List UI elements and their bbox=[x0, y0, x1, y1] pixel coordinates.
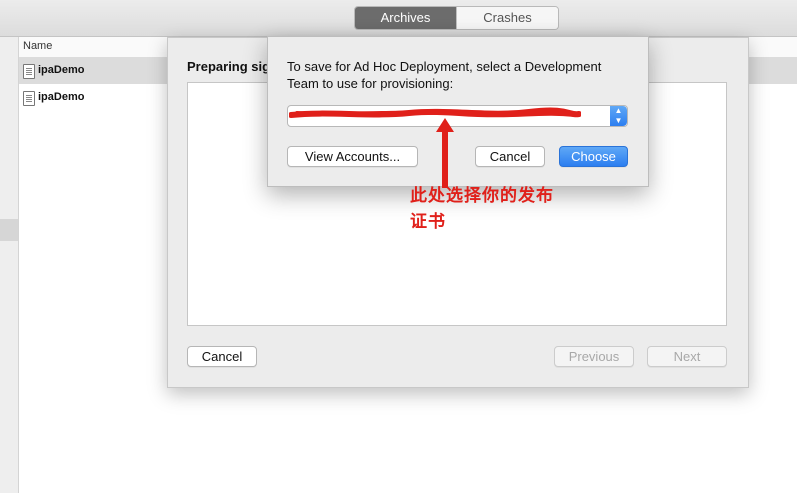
sidebar-selected-item[interactable] bbox=[0, 219, 18, 241]
annotation-text: 此处选择你的发布证书 bbox=[410, 186, 554, 232]
document-icon bbox=[23, 91, 35, 106]
previous-button[interactable]: Previous bbox=[554, 346, 634, 367]
sheet-title: Preparing sig bbox=[187, 59, 267, 74]
sidebar bbox=[0, 37, 19, 493]
dialog-message: To save for Ad Hoc Deployment, select a … bbox=[287, 59, 602, 91]
choose-button[interactable]: Choose bbox=[559, 146, 628, 167]
annotation-arrow-icon bbox=[436, 118, 454, 188]
dialog-cancel-button[interactable]: Cancel bbox=[475, 146, 545, 167]
sheet-cancel-button[interactable]: Cancel bbox=[187, 346, 257, 367]
view-accounts-button[interactable]: View Accounts... bbox=[287, 146, 418, 167]
archives-crashes-segmented-control: Archives Crashes bbox=[354, 6, 559, 30]
archive-name: ipaDemo bbox=[38, 91, 85, 103]
document-icon bbox=[23, 64, 35, 79]
archive-name: ipaDemo bbox=[38, 64, 85, 76]
toolbar: Archives Crashes bbox=[0, 0, 797, 37]
next-button[interactable]: Next bbox=[647, 346, 727, 367]
tab-crashes[interactable]: Crashes bbox=[456, 7, 558, 29]
name-column-header[interactable]: Name bbox=[23, 40, 52, 52]
tab-archives[interactable]: Archives bbox=[355, 7, 456, 29]
popup-stepper-icon: ▲ ▼ bbox=[610, 106, 627, 126]
